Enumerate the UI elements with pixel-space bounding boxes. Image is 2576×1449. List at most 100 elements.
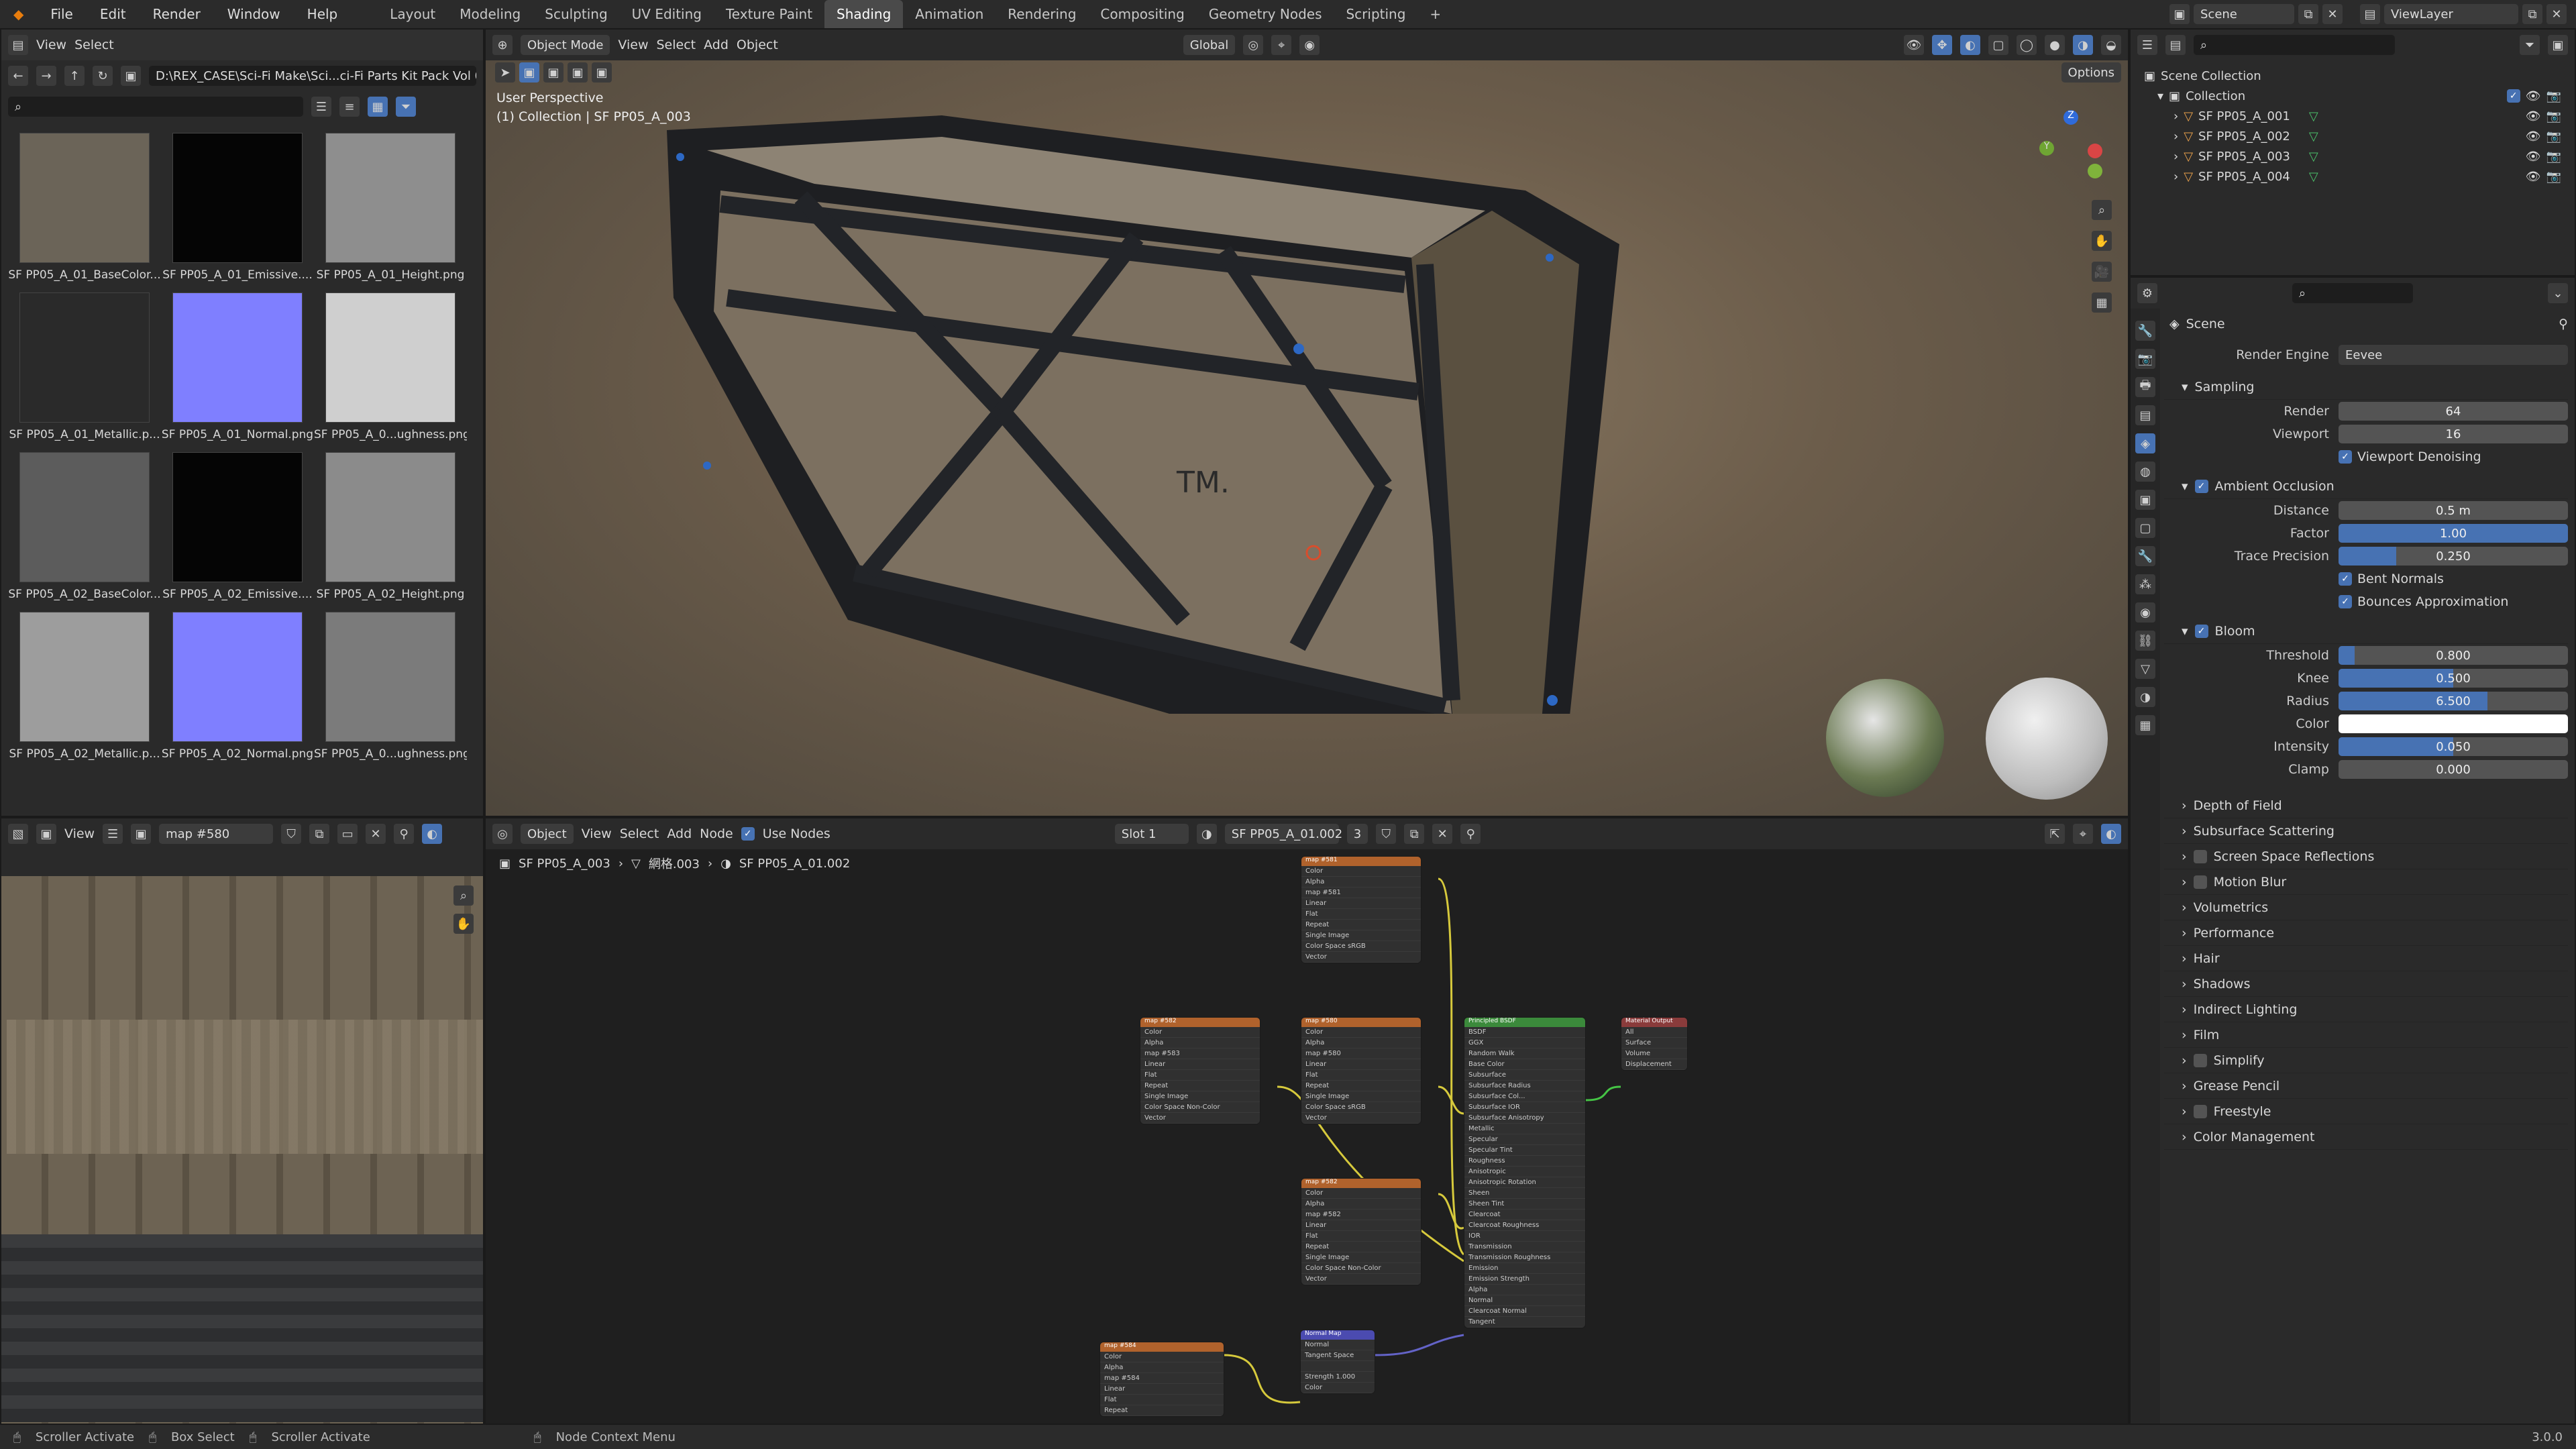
visibility-icon[interactable]: 👁 (1904, 35, 1924, 55)
viewport-denoising-checkbox[interactable]: ✓ (2339, 450, 2352, 464)
file-thumbnail[interactable]: SF PP05_A_01_Emissive.... (161, 133, 314, 282)
context-pin-icon[interactable]: ⚲ (2559, 317, 2568, 331)
world-tab-icon[interactable]: ◍ (2135, 462, 2155, 482)
expand-icon[interactable]: › (2182, 1130, 2187, 1144)
outliner-object-row[interactable]: › ▽ SF PP05_A_003 ▽ 👁 📷 (2144, 146, 2561, 166)
list-view-icon[interactable]: ☰ (311, 97, 331, 117)
object-eye-icon[interactable]: 👁 (2526, 150, 2541, 164)
object-eye-icon[interactable]: 👁 (2526, 109, 2541, 123)
collapsed-panel-header[interactable]: › Hair (2164, 946, 2568, 971)
image-folder-icon[interactable]: ▭ (337, 824, 358, 844)
image-editor-type-icon[interactable]: ▧ (8, 824, 28, 844)
expand-icon[interactable]: › (2182, 1079, 2187, 1093)
expand-icon[interactable]: › (2174, 150, 2178, 164)
delete-view-layer-icon[interactable]: ✕ (2546, 4, 2567, 24)
tab-uv-editing[interactable]: UV Editing (620, 0, 714, 28)
node-socket-row[interactable]: Base Color (1464, 1059, 1585, 1070)
node-socket-row[interactable]: Clearcoat Roughness (1464, 1220, 1585, 1231)
bloom-color-swatch[interactable] (2339, 714, 2568, 733)
select-subtract-icon[interactable]: ▣ (568, 62, 588, 83)
node-socket-row[interactable]: Flat (1140, 1070, 1260, 1081)
file-thumbnail[interactable]: SF PP05_A_02_Height.png (314, 452, 467, 601)
node-socket-row[interactable]: Transmission (1464, 1242, 1585, 1252)
tab-sculpting[interactable]: Sculpting (533, 0, 619, 28)
collapsed-panel-header[interactable]: › Motion Blur (2164, 869, 2568, 895)
file-menu-view[interactable]: View (36, 38, 66, 52)
collapsed-panel-header[interactable]: › Performance (2164, 920, 2568, 946)
node-title[interactable]: map #582 (1301, 1179, 1421, 1188)
image-editor[interactable]: ▧ ▣ View ☰ ▣ map #580 ⛉ ⧉ ▭ ✕ ⚲ ◐ ⌕ ✋ (0, 817, 484, 1425)
constraints-tab-icon[interactable]: ⛓ (2135, 631, 2155, 651)
tab-geometry-nodes[interactable]: Geometry Nodes (1197, 0, 1334, 28)
expand-icon[interactable]: › (2182, 1053, 2187, 1068)
select-tool-icon[interactable]: ➤ (495, 62, 515, 83)
file-thumbnail[interactable]: SF PP05_A_01_BaseColor... (8, 133, 161, 282)
node-socket-row[interactable]: Subsurface IOR (1464, 1102, 1585, 1113)
node-socket-row[interactable]: Linear (1301, 898, 1421, 909)
node-socket-row[interactable]: map #583 (1140, 1049, 1260, 1059)
particles-tab-icon[interactable]: ⁂ (2135, 574, 2155, 594)
outliner-object-row[interactable]: › ▽ SF PP05_A_002 ▽ 👁 📷 (2144, 126, 2561, 146)
shader-node[interactable]: map #582 Color Alpha map #583 Linear Flat Repe… (1140, 1017, 1260, 1124)
expand-icon[interactable]: › (2182, 824, 2187, 839)
scifi-crate-model[interactable]: TM. (627, 110, 1727, 714)
forward-icon[interactable]: → (36, 66, 56, 86)
menu-help[interactable]: Help (294, 6, 352, 22)
node-title[interactable]: Material Output (1621, 1018, 1687, 1027)
blender-logo-icon[interactable]: ◆ (0, 6, 37, 22)
image-mode-icon[interactable]: ▣ (36, 824, 56, 844)
file-menu-select[interactable]: Select (74, 38, 114, 52)
collection-tab-icon[interactable]: ▣ (2135, 490, 2155, 510)
collection-eye-icon[interactable]: 👁 (2526, 89, 2541, 103)
collapsed-panel-header[interactable]: › Subsurface Scattering (2164, 818, 2568, 844)
shader-node[interactable]: Principled BSDF BSDF GGX Random Walk Base Co… (1464, 1017, 1586, 1328)
expand-icon[interactable]: › (2182, 1028, 2187, 1042)
expand-icon[interactable]: › (2182, 875, 2187, 890)
bloom-panel-header[interactable]: ▾ ✓ Bloom (2164, 619, 2568, 644)
expand-icon[interactable]: › (2182, 849, 2187, 864)
node-socket-row[interactable]: Vector (1301, 952, 1421, 963)
physics-tab-icon[interactable]: ◉ (2135, 602, 2155, 623)
node-socket-row[interactable]: Specular Tint (1464, 1145, 1585, 1156)
node-socket-row[interactable]: Repeat (1140, 1081, 1260, 1091)
outliner-search-input[interactable]: ⌕ (2194, 35, 2395, 55)
editor-type-icon[interactable]: ▤ (8, 35, 28, 55)
panel-enable-checkbox[interactable] (2193, 1104, 2207, 1118)
node-socket-row[interactable]: Alpha (1464, 1285, 1585, 1295)
node-socket-row[interactable]: BSDF (1464, 1027, 1585, 1038)
image-overlay-icon[interactable]: ◐ (422, 824, 443, 844)
menu-render[interactable]: Render (140, 6, 214, 22)
expand-icon[interactable]: › (2182, 926, 2187, 941)
new-collection-icon[interactable]: ▣ (2548, 35, 2568, 55)
tab-shading[interactable]: Shading (824, 0, 904, 28)
node-socket-row[interactable]: Linear (1301, 1059, 1421, 1070)
node-socket-row[interactable]: Alpha (1100, 1362, 1224, 1373)
node-socket-row[interactable]: Subsurface (1464, 1070, 1585, 1081)
file-thumbnail[interactable]: SF PP05_A_02_BaseColor... (8, 452, 161, 601)
data-tab-icon[interactable]: ▽ (2135, 659, 2155, 679)
node-socket-row[interactable]: Linear (1100, 1384, 1224, 1395)
menu-edit[interactable]: Edit (87, 6, 140, 22)
object-camera-icon[interactable]: 📷 (2546, 129, 2561, 144)
panel-enable-checkbox[interactable] (2193, 1053, 2207, 1067)
render-engine-dropdown[interactable]: Eevee (2339, 345, 2568, 365)
camera-view-icon[interactable]: 🎥 (2092, 262, 2112, 282)
shader-node[interactable]: map #584 Color Alpha map #584 Linear Flat Repe… (1099, 1342, 1224, 1417)
node-socket-row[interactable]: Repeat (1301, 920, 1421, 930)
node-socket-row[interactable]: Clearcoat (1464, 1210, 1585, 1220)
tab-animation[interactable]: Animation (903, 0, 996, 28)
texture-tab-icon[interactable]: ▦ (2135, 715, 2155, 735)
node-socket-row[interactable]: Specular (1464, 1134, 1585, 1145)
select-extend-icon[interactable]: ▣ (543, 62, 564, 83)
node-socket-row[interactable]: Anisotropic (1464, 1167, 1585, 1177)
node-socket-row[interactable]: Color (1140, 1027, 1260, 1038)
node-socket-row[interactable]: Emission (1464, 1263, 1585, 1274)
collapsed-panel-header[interactable]: › Shadows (2164, 971, 2568, 997)
node-title[interactable]: Principled BSDF (1464, 1018, 1585, 1027)
node-socket-row[interactable]: Strength 1.000 (1301, 1372, 1375, 1383)
transform-orientation-dropdown[interactable]: Global (1183, 35, 1236, 55)
node-socket-row[interactable]: Color (1301, 1383, 1375, 1393)
filter-icon[interactable]: ⏷ (396, 97, 416, 117)
outliner-object-row[interactable]: › ▽ SF PP05_A_004 ▽ 👁 📷 (2144, 166, 2561, 186)
node-title[interactable]: map #580 (1301, 1018, 1421, 1027)
